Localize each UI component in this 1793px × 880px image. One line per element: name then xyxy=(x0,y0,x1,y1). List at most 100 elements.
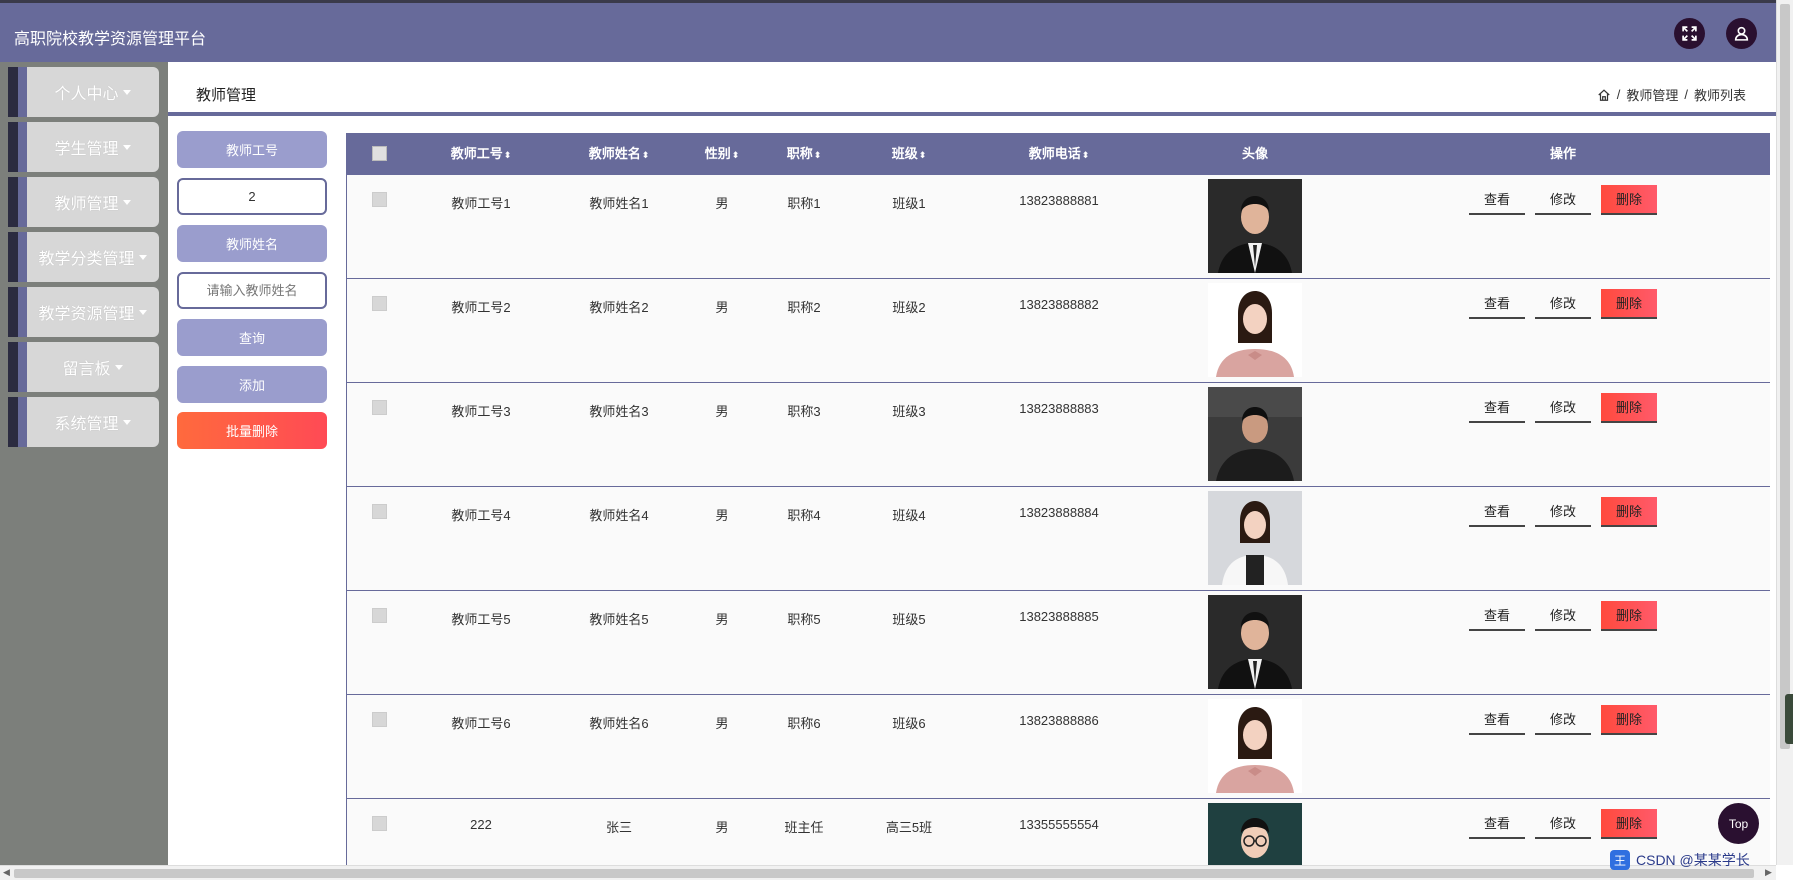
view-button[interactable]: 查看 xyxy=(1469,289,1525,319)
teacher-avatar-image xyxy=(1208,179,1302,273)
header-teacher-id[interactable]: 教师工号⬍ xyxy=(451,133,512,175)
sort-icon: ⬍ xyxy=(503,150,512,160)
teacher-name-label: 教师姓名 xyxy=(177,225,327,262)
app-title: 高职院校教学资源管理平台 xyxy=(14,31,207,48)
scrollbar-thumb[interactable] xyxy=(14,869,1754,878)
edit-button[interactable]: 修改 xyxy=(1535,809,1591,839)
cell-title: 职称6 xyxy=(787,716,821,731)
cell-phone: 13355555554 xyxy=(1019,817,1099,832)
teacher-id-input[interactable] xyxy=(177,178,327,215)
edit-button[interactable]: 修改 xyxy=(1535,601,1591,631)
cell-title: 班主任 xyxy=(784,820,824,835)
table-row: 教师工号1 教师姓名1 男 职称1 班级1 13823888881 查看 修改 删除 xyxy=(347,175,1770,279)
user-button[interactable] xyxy=(1726,18,1757,49)
scrollbar-thumb[interactable] xyxy=(1780,4,1790,749)
caret-down-icon xyxy=(138,309,147,315)
row-checkbox[interactable] xyxy=(372,400,387,415)
breadcrumb-item: 教师列表 xyxy=(1693,88,1746,103)
header-title[interactable]: 职称⬍ xyxy=(787,133,822,175)
cell-gender: 男 xyxy=(715,716,729,731)
header-label: 教师姓名 xyxy=(588,146,641,161)
sidebar-item-teachers[interactable]: 教师管理 xyxy=(8,177,159,227)
cell-phone: 13823888885 xyxy=(1019,609,1099,624)
teacher-name-input[interactable] xyxy=(177,272,327,309)
delete-button[interactable]: 删除 xyxy=(1601,289,1657,319)
header-gender[interactable]: 性别⬍ xyxy=(705,133,740,175)
edit-button[interactable]: 修改 xyxy=(1535,185,1591,215)
sidebar-item-label: 学生管理 xyxy=(54,141,119,158)
caret-down-icon xyxy=(122,199,131,205)
edit-button[interactable]: 修改 xyxy=(1535,705,1591,735)
select-all-checkbox[interactable] xyxy=(372,146,387,161)
sidebar-item-personal-center[interactable]: 个人中心 xyxy=(8,67,159,117)
delete-button[interactable]: 删除 xyxy=(1601,809,1657,839)
row-checkbox[interactable] xyxy=(372,296,387,311)
cell-teacher-name: 教师姓名4 xyxy=(589,508,649,523)
edit-button[interactable]: 修改 xyxy=(1535,393,1591,423)
caret-down-icon xyxy=(122,419,131,425)
expand-icon xyxy=(1682,26,1697,41)
breadcrumb-item[interactable]: 教师管理 xyxy=(1626,85,1678,104)
row-checkbox[interactable] xyxy=(372,504,387,519)
sidebar-item-label: 教师管理 xyxy=(54,196,119,213)
sidebar-item-students[interactable]: 学生管理 xyxy=(8,122,159,172)
sidebar-item-label: 系统管理 xyxy=(54,416,119,433)
sidebar-item-teaching-category[interactable]: 教学分类管理 xyxy=(8,232,159,282)
app-header: 高职院校教学资源管理平台 xyxy=(0,0,1776,62)
sort-icon: ⬍ xyxy=(813,150,822,160)
table-row: 教师工号2 教师姓名2 男 职称2 班级2 13823888882 查看 修改 删除 xyxy=(347,279,1770,383)
cell-teacher-name: 教师姓名1 xyxy=(589,196,649,211)
cell-class: 班级3 xyxy=(892,404,926,419)
edit-button[interactable]: 修改 xyxy=(1535,497,1591,527)
row-checkbox[interactable] xyxy=(372,192,387,207)
cell-phone: 13823888883 xyxy=(1019,401,1099,416)
cell-gender: 男 xyxy=(715,508,729,523)
header-phone[interactable]: 教师电话⬍ xyxy=(1029,133,1090,175)
sidebar-item-teaching-resources[interactable]: 教学资源管理 xyxy=(8,287,159,337)
view-button[interactable]: 查看 xyxy=(1469,497,1525,527)
sidebar-item-label: 教学分类管理 xyxy=(38,251,135,268)
batch-delete-button[interactable]: 批量删除 xyxy=(177,412,327,449)
delete-button[interactable]: 删除 xyxy=(1601,601,1657,631)
header-teacher-name[interactable]: 教师姓名⬍ xyxy=(589,133,650,175)
sort-icon: ⬍ xyxy=(731,150,740,160)
delete-button[interactable]: 删除 xyxy=(1601,497,1657,527)
view-button[interactable]: 查看 xyxy=(1469,705,1525,735)
cell-gender: 男 xyxy=(715,196,729,211)
view-button[interactable]: 查看 xyxy=(1469,185,1525,215)
view-button[interactable]: 查看 xyxy=(1469,393,1525,423)
edit-button[interactable]: 修改 xyxy=(1535,289,1591,319)
fullscreen-button[interactable] xyxy=(1674,18,1705,49)
row-checkbox[interactable] xyxy=(372,712,387,727)
scroll-right-icon[interactable]: ▶ xyxy=(1765,867,1772,878)
user-icon xyxy=(1734,26,1749,41)
delete-button[interactable]: 删除 xyxy=(1601,705,1657,735)
row-checkbox[interactable] xyxy=(372,608,387,623)
cell-teacher-name: 教师姓名3 xyxy=(589,404,649,419)
horizontal-scrollbar[interactable]: ◀ ▶ xyxy=(0,865,1776,880)
cell-class: 班级6 xyxy=(892,716,926,731)
cell-teacher-id: 教师工号2 xyxy=(451,300,511,315)
query-button[interactable]: 查询 xyxy=(177,319,327,356)
cell-gender: 男 xyxy=(715,300,729,315)
delete-button[interactable]: 删除 xyxy=(1601,185,1657,215)
cell-teacher-id: 教师工号5 xyxy=(451,612,511,627)
add-button[interactable]: 添加 xyxy=(177,366,327,403)
home-icon[interactable] xyxy=(1597,88,1611,102)
view-button[interactable]: 查看 xyxy=(1469,809,1525,839)
header-avatar: 头像 xyxy=(1241,146,1269,161)
header-class[interactable]: 班级⬍ xyxy=(892,133,927,175)
vertical-scrollbar[interactable] xyxy=(1776,0,1793,865)
side-tab[interactable] xyxy=(1785,694,1793,744)
sidebar-item-system[interactable]: 系统管理 xyxy=(8,397,159,447)
header-label: 教师工号 xyxy=(450,146,503,161)
header-label: 职称 xyxy=(786,146,813,161)
cell-teacher-name: 教师姓名6 xyxy=(589,716,649,731)
sidebar-item-message-board[interactable]: 留言板 xyxy=(8,342,159,392)
scroll-left-icon[interactable]: ◀ xyxy=(3,867,10,878)
delete-button[interactable]: 删除 xyxy=(1601,393,1657,423)
cell-title: 职称2 xyxy=(787,300,821,315)
row-checkbox[interactable] xyxy=(372,816,387,831)
back-to-top-button[interactable]: Top xyxy=(1718,803,1759,844)
view-button[interactable]: 查看 xyxy=(1469,601,1525,631)
